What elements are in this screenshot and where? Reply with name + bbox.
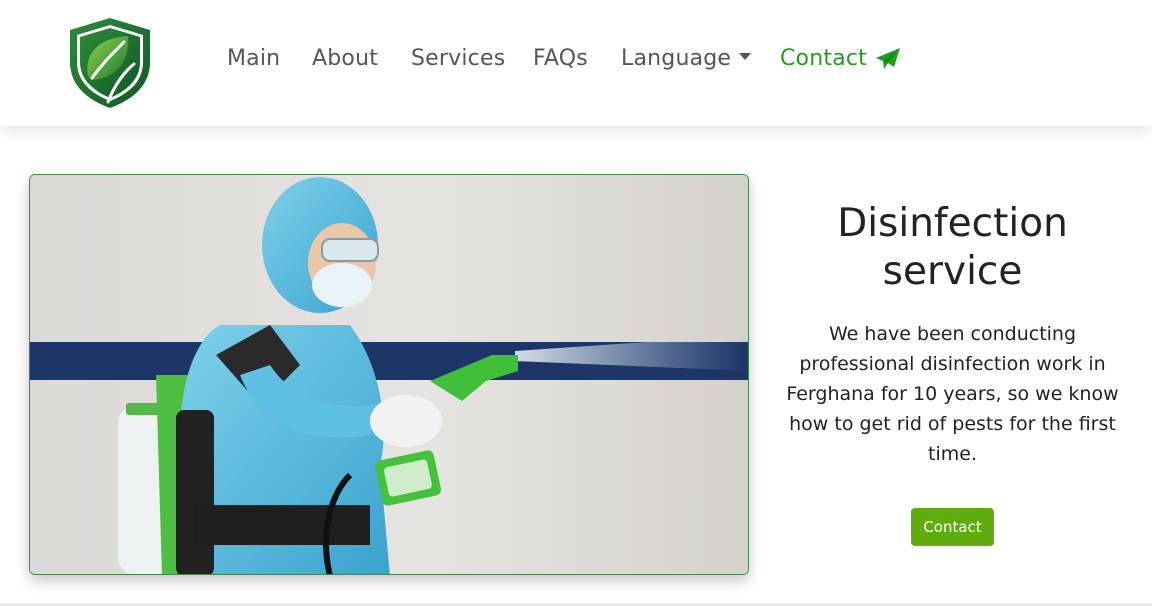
disinfection-worker-photo [30,175,748,574]
paper-plane-icon [876,47,900,69]
nav-contact-label: Contact [780,46,867,71]
hero-title: Disinfection service [837,201,1068,294]
nav-about[interactable]: About [312,46,378,71]
nav-main[interactable]: Main [227,46,280,71]
hero-image [29,174,749,575]
nav-services[interactable]: Services [411,46,505,71]
nav-faqs[interactable]: FAQs [533,46,588,71]
nav-contact[interactable]: Contact [780,46,901,71]
contact-button[interactable]: Contact [911,508,994,546]
caret-down-icon [739,52,752,60]
nav-language-dropdown[interactable]: Language [621,46,752,71]
nav-language-label: Language [621,46,732,71]
hero-description: We have been conducting professional dis… [786,323,1119,465]
navbar: Main About Services FAQs Language Contac… [0,0,1152,126]
shield-leaf-logo[interactable] [68,16,152,110]
